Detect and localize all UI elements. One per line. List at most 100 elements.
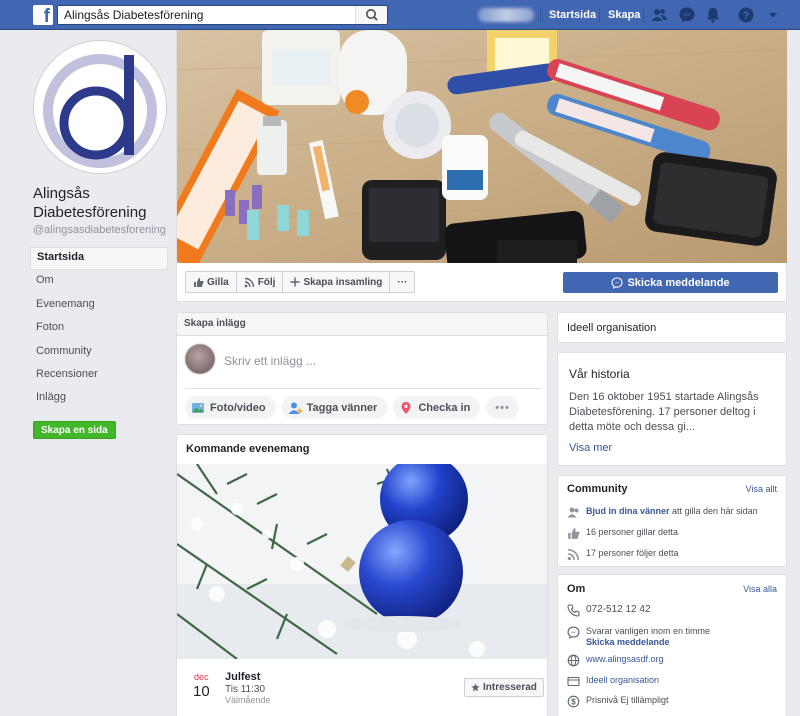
friends-icon[interactable] [650,6,668,24]
events-title: Kommande evenemang [186,443,310,455]
more-actions-button[interactable]: ··· [389,271,416,293]
nav-item-reviews[interactable]: Recensioner [30,364,168,387]
facebook-logo-icon[interactable]: f [33,5,53,25]
see-more-link[interactable]: Visa mer [569,442,612,454]
more-options-button[interactable]: ••• [486,396,519,419]
follows-row: 17 personer följer detta [567,548,679,561]
help-icon[interactable]: ? [737,6,755,24]
follow-button[interactable]: Följ [235,271,284,293]
photo-video-button[interactable]: Foto/video [185,396,276,419]
category-text: Ideell organisation [567,322,657,334]
nav-divider [643,8,644,22]
cover-section: Gilla Följ Skapa insamling ··· Skicka me… [176,30,787,302]
likes-row: 16 personer gillar detta [567,527,678,540]
event-cover-photo[interactable] [177,464,547,659]
create-post-header: Skapa inlägg [177,313,547,336]
category-row: Ideell organisation [567,675,659,688]
community-card: Community Visa allt Bjud in dina vänner … [557,475,787,567]
check-in-button[interactable]: Checka in [393,396,481,419]
caret-down-icon[interactable] [764,6,782,24]
top-bar: f Startsida Skapa ? [0,0,800,30]
page-username[interactable]: @alingsasdiabetesforening [33,224,166,236]
event-day: 10 [193,683,210,700]
profile-name-blurred[interactable] [478,8,534,22]
page-nav: Startsida Om Evenemang Foton Community R… [30,247,168,411]
likes-count-text: 16 personer gillar detta [586,527,679,537]
phone-icon [567,604,580,617]
create-fundraiser-button[interactable]: Skapa insamling [282,271,391,293]
page-action-bar: Gilla Följ Skapa insamling ··· [185,271,416,293]
nav-item-photos[interactable]: Foton [30,317,168,340]
response-time-text: Svarar vanligen inom en timme [586,626,711,636]
category-tag-icon [567,676,580,687]
about-title: Om [567,583,586,595]
nav-item-events[interactable]: Evenemang [30,294,168,317]
nav-item-about[interactable]: Om [30,270,168,293]
nav-item-home[interactable]: Startsida [30,247,168,271]
messenger-icon [567,626,580,639]
price-level-text: Prisnivå Ej tillämpligt [586,695,669,705]
search-input[interactable] [58,6,356,24]
category-link[interactable]: Ideell organisation [586,675,659,685]
send-message-link[interactable]: Skicka meddelande [586,637,670,647]
search-button[interactable] [355,6,387,24]
price-icon: $ [567,695,580,708]
page-logo-icon [37,44,163,170]
community-title: Community [567,483,628,495]
more-dots-icon: ··· [397,276,408,288]
location-pin-icon [401,401,411,414]
photo-icon [192,402,204,413]
post-input[interactable]: Skriv ett inlägg ... [224,354,316,368]
event-place: Välmående [225,695,271,705]
create-post-card: Skapa inlägg Skriv ett inlägg ... Foto/v… [176,312,548,425]
star-icon [471,683,480,692]
follow-label: Följ [257,276,276,288]
community-see-all-link[interactable]: Visa allt [746,484,777,494]
cover-photo-image [177,30,787,263]
create-page-button[interactable]: Skapa en sida [33,421,116,439]
svg-text:$: $ [571,697,576,706]
rss-follow-icon [244,277,254,287]
thumbs-up-icon [194,277,204,287]
nav-item-posts[interactable]: Inlägg [30,387,168,410]
send-message-label: Skicka meddelande [627,276,730,289]
like-button[interactable]: Gilla [185,271,237,293]
interested-button[interactable]: Intresserad [464,678,544,697]
cover-photo[interactable] [177,30,787,263]
phone-number[interactable]: 072-512 12 42 [586,604,651,615]
invite-friends-icon [567,507,579,518]
nav-divider [599,8,600,22]
about-card: Om Visa alla 072-512 12 42 Svarar vanlig… [557,574,787,716]
category-card: Ideell organisation [557,312,787,343]
tag-friends-button[interactable]: Tagga vänner [281,396,388,419]
nav-divider [540,8,541,22]
profile-picture[interactable] [33,40,167,174]
our-story-text: Den 16 oktober 1951 startade Alingsås Di… [569,391,759,433]
nav-home-link[interactable]: Startsida [549,9,596,21]
event-name[interactable]: Julfest [225,671,260,683]
about-see-all-link[interactable]: Visa alla [743,584,777,594]
christmas-ornaments-image [177,464,547,659]
website-row: www.alingsasdf.org [567,654,664,667]
invite-friends-link[interactable]: Bjud in dina vänner [586,506,670,516]
upcoming-events-card: Kommande evenemang dec 10 Julfest Tis 11… [176,434,548,716]
search-icon [366,9,378,21]
globe-icon [567,654,580,667]
response-row: Svarar vanligen inom en timme Skicka med… [567,626,710,648]
user-avatar[interactable] [185,344,215,374]
bell-icon[interactable] [704,6,722,24]
check-in-label: Checka in [418,401,471,414]
post-action-row: Foto/video Tagga vänner Checka in ••• [185,388,540,419]
nav-create-link[interactable]: Skapa [608,9,640,21]
website-link[interactable]: www.alingsasdf.org [586,654,664,664]
nav-item-community[interactable]: Community [30,341,168,364]
photo-video-label: Foto/video [210,401,266,414]
our-story-card: Vår historia Den 16 oktober 1951 startad… [557,352,787,466]
invite-row: Bjud in dina vänner att gilla den här si… [567,506,758,519]
messenger-icon[interactable] [678,6,696,24]
price-row: $ Prisnivå Ej tillämpligt [567,695,669,708]
send-message-button[interactable]: Skicka meddelande [563,272,778,293]
create-fundraiser-label: Skapa insamling [303,276,383,288]
page-title[interactable]: Alingsås Diabetesförening [33,184,173,222]
event-time: Tis 11:30 [225,684,266,695]
